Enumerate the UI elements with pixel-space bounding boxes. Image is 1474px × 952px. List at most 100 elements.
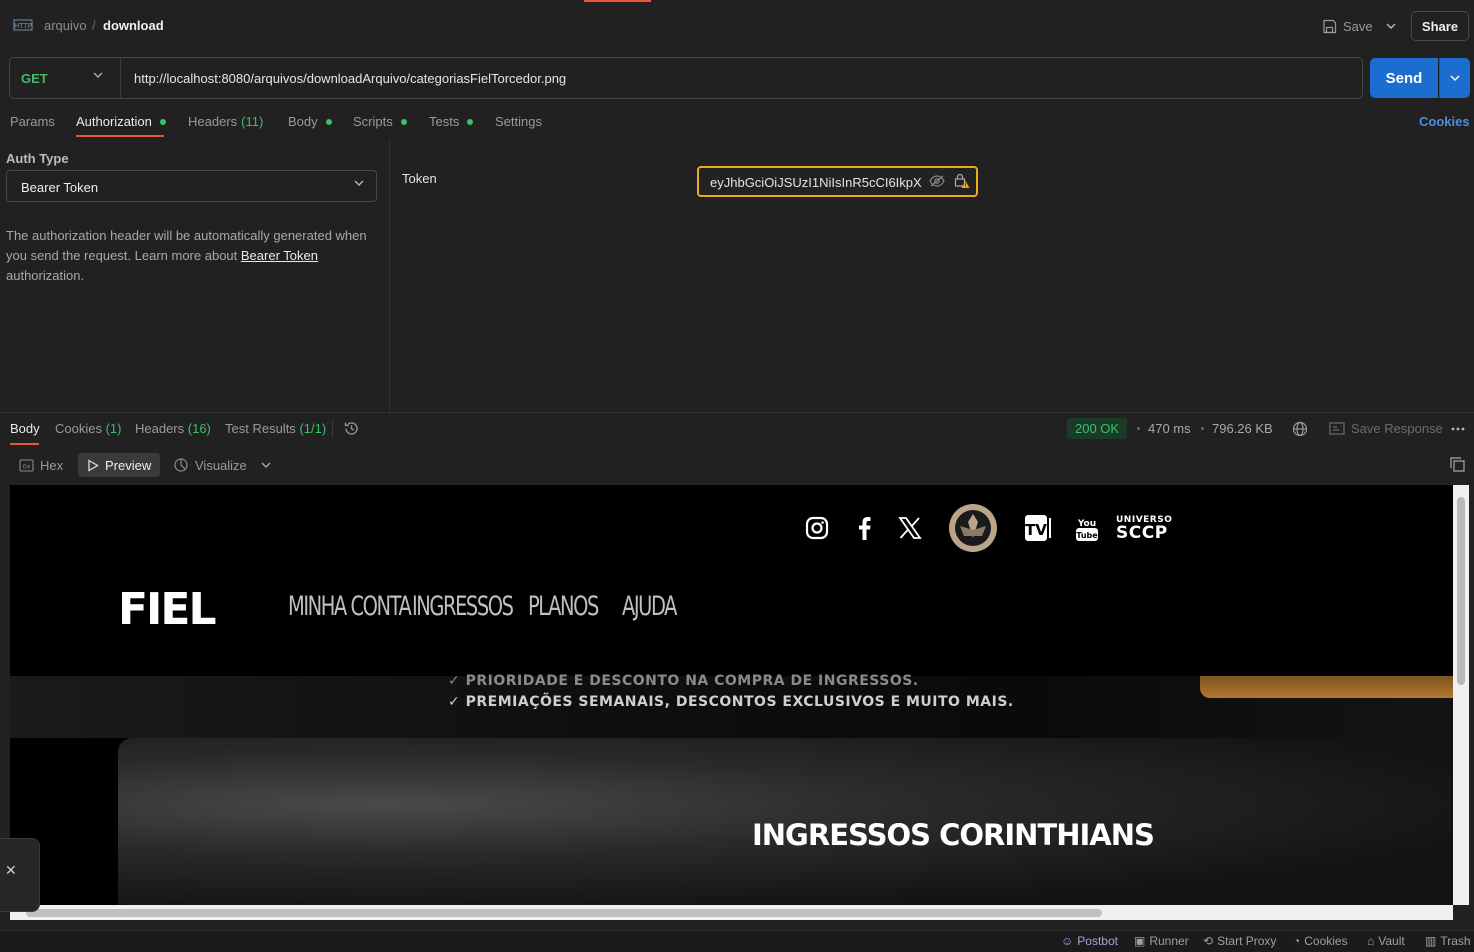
chevron-down-icon — [1450, 75, 1460, 81]
eye-off-icon[interactable] — [929, 174, 945, 188]
preview-benefit-1-text: PRIORIDADE E DESCONTO NA COMPRA DE INGRE… — [465, 673, 919, 689]
token-input[interactable]: eyJhbGciOiJSUzI1NiIsInR5cCI6IkpXVCJ9 — [697, 166, 978, 197]
method-select[interactable]: GET — [21, 71, 48, 86]
globe-icon[interactable] — [1292, 421, 1308, 437]
horizontal-scrollbar[interactable] — [10, 905, 1453, 920]
resp-tab-cookies[interactable]: Cookies (1) — [55, 421, 121, 436]
svg-text:TV: TV — [1025, 521, 1047, 539]
corinthians-tv-icon: TV — [1025, 515, 1051, 541]
save-button[interactable]: Save — [1318, 11, 1376, 41]
chevron-down-icon[interactable] — [93, 72, 103, 78]
visualize-icon — [174, 458, 188, 472]
chevron-down-icon[interactable] — [261, 462, 271, 468]
send-options-button[interactable] — [1439, 58, 1470, 98]
save-icon — [1323, 19, 1337, 33]
status-dot — [400, 118, 407, 125]
separator-dot — [1201, 427, 1204, 430]
panel-divider[interactable] — [0, 412, 1474, 413]
bearer-token-doc-link[interactable]: Bearer Token — [241, 248, 318, 263]
view-preview-button[interactable]: Preview — [78, 453, 161, 477]
cookie-icon: ◔ — [1293, 934, 1301, 948]
resp-tab-body[interactable]: Body — [10, 421, 40, 436]
tab-headers[interactable]: Headers (11) — [188, 114, 263, 129]
separator-dot — [1137, 427, 1140, 430]
start-proxy-label: Start Proxy — [1217, 934, 1277, 948]
tab-scripts[interactable]: Scripts — [353, 114, 407, 129]
runner-icon: ▣ — [1134, 934, 1146, 948]
tab-params[interactable]: Params — [10, 114, 55, 129]
chevron-down-icon — [354, 180, 364, 186]
proxy-icon: ⟲ — [1203, 934, 1214, 948]
url-input[interactable]: http://localhost:8080/arquivos/downloadA… — [134, 71, 566, 86]
svg-text:You: You — [1077, 519, 1096, 529]
preview-hero-title: INGRESSOS CORINTHIANS — [752, 818, 1155, 852]
resp-tab-test-results[interactable]: Test Results (1/1) — [225, 421, 326, 436]
trash-button[interactable]: ▥ Trash — [1425, 934, 1471, 948]
fiel-logo: FIEL — [118, 588, 217, 628]
status-dot — [325, 118, 332, 125]
more-options-icon[interactable] — [1450, 421, 1466, 437]
status-dot — [159, 118, 166, 125]
tab-tests[interactable]: Tests — [429, 114, 474, 129]
svg-text:0x: 0x — [23, 462, 31, 470]
status-badge[interactable]: 200 OK — [1067, 418, 1128, 439]
send-button[interactable]: Send — [1370, 58, 1438, 98]
preview-nav-ajuda: AJUDA — [622, 591, 677, 622]
save-options-button[interactable] — [1380, 15, 1402, 37]
fiel-logo-text: FIEL — [118, 588, 215, 628]
copy-icon[interactable] — [1450, 457, 1465, 472]
breadcrumb-collection[interactable]: arquivo — [44, 18, 87, 33]
play-icon — [88, 458, 99, 472]
divider — [120, 58, 121, 98]
response-size[interactable]: 796.26 KB — [1212, 421, 1273, 436]
share-button[interactable]: Share — [1411, 11, 1469, 41]
visualize-label: Visualize — [195, 457, 247, 473]
runner-button[interactable]: ▣ Runner — [1134, 934, 1189, 948]
trash-icon: ▥ — [1425, 934, 1437, 948]
save-response-button[interactable]: Save Response — [1329, 421, 1443, 436]
preview-benefit-2: ✓ PREMIAÇÕES SEMANAIS, DESCONTOS EXCLUSI… — [448, 694, 1014, 710]
url-bar: GET http://localhost:8080/arquivos/downl… — [9, 57, 1363, 99]
cookies-link[interactable]: Cookies — [1419, 114, 1470, 129]
tab-params-label: Params — [10, 114, 55, 129]
scrollbar-thumb[interactable] — [1457, 497, 1465, 685]
history-icon[interactable] — [343, 420, 360, 437]
divider — [332, 420, 333, 437]
trash-label: Trash — [1440, 934, 1471, 948]
close-icon[interactable]: ✕ — [5, 862, 17, 879]
preview-nav-minha-conta: MINHA CONTA — [288, 591, 412, 622]
tab-settings[interactable]: Settings — [495, 114, 542, 129]
tab-settings-label: Settings — [495, 114, 542, 129]
sccp-label: SCCP — [1116, 523, 1168, 543]
footer-cookies-button[interactable]: ◔ Cookies — [1293, 934, 1348, 948]
token-label: Token — [402, 171, 437, 186]
postbot-button[interactable]: ☺ Postbot — [1061, 934, 1118, 948]
universo-sccp-logo: UNIVERSO SCCP — [1116, 516, 1172, 542]
auth-description-end: authorization. — [6, 268, 85, 283]
postbot-label: Postbot — [1077, 934, 1118, 948]
resp-tab-tests-label: Test Results — [225, 421, 296, 436]
x-twitter-icon — [898, 517, 922, 539]
vertical-scrollbar[interactable] — [1453, 485, 1469, 905]
tab-body-label: Body — [288, 114, 318, 129]
svg-text:Tube: Tube — [1076, 531, 1098, 540]
footer-cookies-label: Cookies — [1304, 934, 1348, 948]
preview-nav-ingressos: INGRESSOS — [412, 591, 514, 622]
tab-authorization[interactable]: Authorization — [76, 114, 166, 129]
hex-label: Hex — [40, 457, 64, 473]
breadcrumb-request-name[interactable]: download — [103, 18, 164, 33]
response-time[interactable]: 470 ms — [1148, 421, 1191, 436]
lock-warning-icon — [954, 173, 970, 188]
preview-nav-planos: PLANOS — [528, 591, 599, 622]
view-visualize-button[interactable]: Visualize — [164, 453, 256, 477]
resp-tab-headers-label: Headers — [135, 421, 185, 436]
vault-button[interactable]: ⌂ Vault — [1367, 934, 1405, 948]
http-request-icon: HTTP — [13, 17, 33, 33]
view-hex-button[interactable]: 0x Hex — [10, 453, 72, 477]
resp-tab-headers[interactable]: Headers (16) — [135, 421, 211, 436]
facebook-icon — [859, 517, 871, 540]
start-proxy-button[interactable]: ⟲ Start Proxy — [1203, 934, 1276, 948]
tab-body[interactable]: Body — [288, 114, 332, 129]
scrollbar-thumb[interactable] — [26, 909, 1102, 917]
auth-type-select[interactable]: Bearer Token — [6, 170, 377, 202]
